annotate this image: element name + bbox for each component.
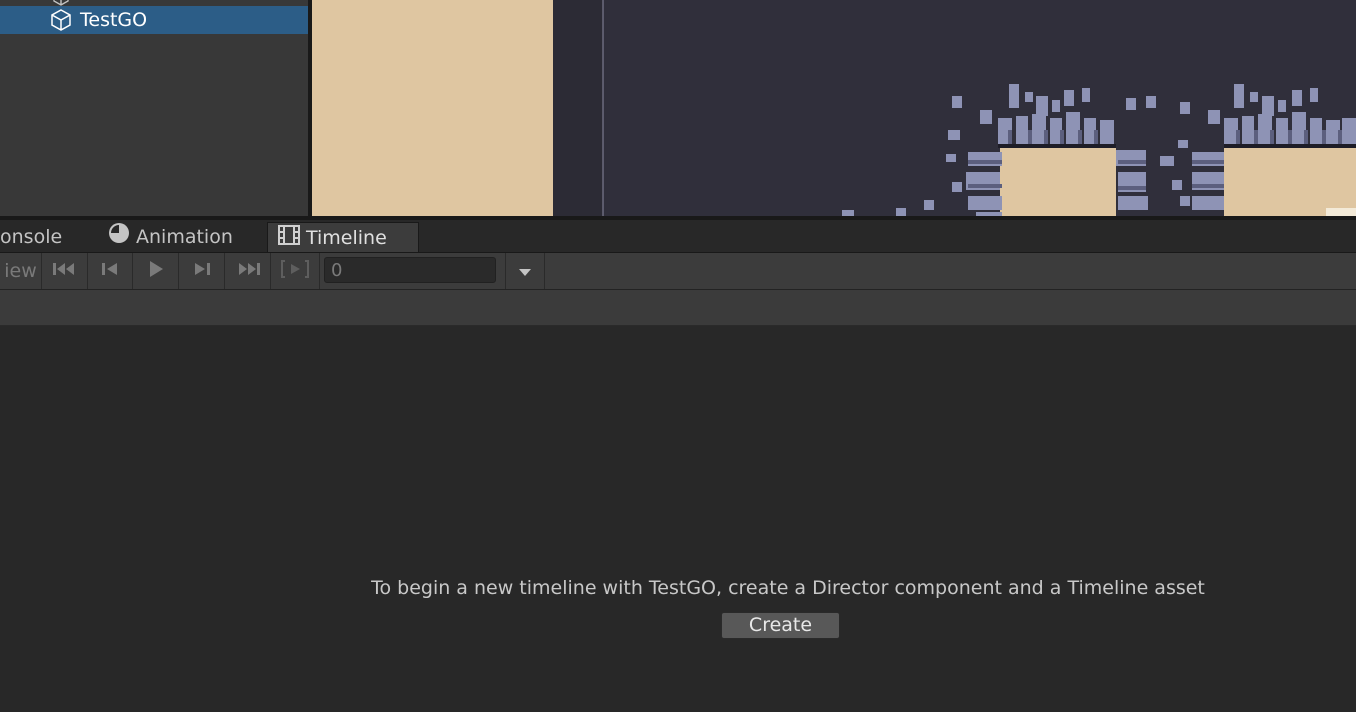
clock-icon bbox=[108, 222, 130, 253]
film-strip-icon bbox=[278, 224, 300, 254]
stone-tile-2 bbox=[1172, 84, 1356, 216]
play-range-icon bbox=[280, 259, 310, 283]
play-button[interactable] bbox=[133, 253, 179, 289]
options-dropdown-button[interactable] bbox=[505, 253, 545, 289]
tab-timeline[interactable]: Timeline bbox=[267, 222, 419, 252]
gameobject-icon bbox=[50, 8, 72, 36]
step-forward-icon bbox=[193, 261, 211, 281]
tab-animation[interactable]: Animation bbox=[108, 222, 258, 252]
tab-label: onsole bbox=[0, 226, 63, 248]
timeline-header-bar bbox=[0, 290, 1356, 326]
go-to-start-button[interactable] bbox=[42, 253, 88, 289]
dropdown-arrow-icon bbox=[518, 262, 532, 281]
hierarchy-item-label: TestGO bbox=[80, 9, 148, 31]
go-to-end-button[interactable] bbox=[225, 253, 271, 289]
skip-start-icon bbox=[52, 261, 78, 281]
scene-sprite-block bbox=[312, 0, 553, 216]
hierarchy-row-partial[interactable] bbox=[0, 0, 308, 6]
preview-label: iew bbox=[4, 260, 37, 282]
hierarchy-item-testgo[interactable]: TestGO bbox=[0, 6, 308, 34]
stone-tile-1 bbox=[842, 84, 1174, 216]
create-button[interactable]: Create bbox=[721, 612, 840, 639]
play-icon bbox=[148, 260, 164, 282]
hierarchy-panel: TestGO bbox=[0, 0, 308, 216]
scene-gutter bbox=[553, 0, 603, 216]
previous-frame-button[interactable] bbox=[88, 253, 133, 289]
step-back-icon bbox=[101, 261, 119, 281]
skip-end-icon bbox=[235, 261, 261, 281]
timeline-toolbar: iew 0 bbox=[0, 253, 1356, 290]
play-range-button[interactable] bbox=[271, 253, 320, 289]
frame-input[interactable]: 0 bbox=[324, 257, 496, 283]
next-frame-button[interactable] bbox=[179, 253, 225, 289]
preview-button[interactable]: iew bbox=[0, 253, 42, 289]
tab-label: Animation bbox=[136, 226, 233, 248]
scene-view[interactable] bbox=[312, 0, 1356, 216]
empty-timeline-message: To begin a new timeline with TestGO, cre… bbox=[371, 577, 1205, 599]
tab-bar: onsole Animation Timeline bbox=[0, 220, 1356, 253]
tab-console[interactable]: onsole bbox=[0, 222, 100, 252]
tab-label: Timeline bbox=[306, 227, 387, 249]
